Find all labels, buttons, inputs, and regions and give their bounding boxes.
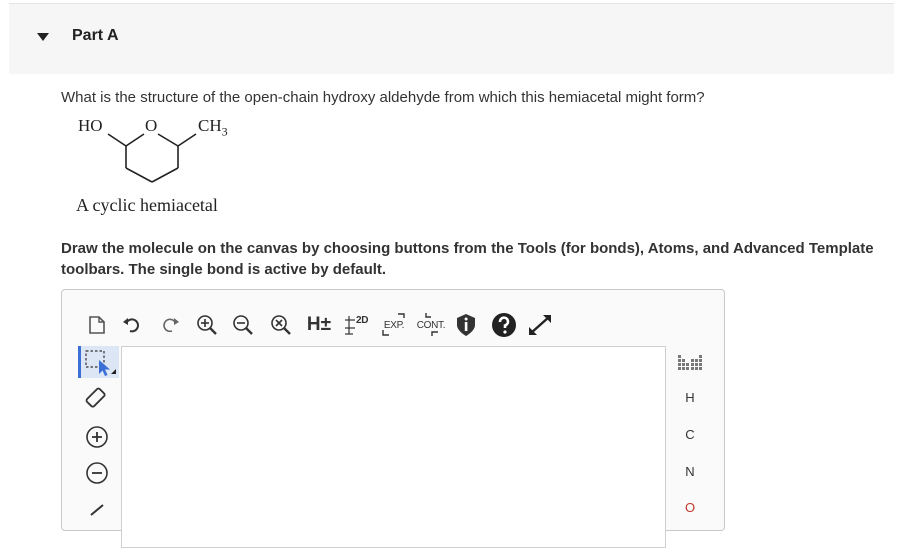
oxygen-label: O xyxy=(145,116,158,135)
part-header[interactable]: Part A xyxy=(9,3,894,74)
atom-oxygen[interactable]: O xyxy=(668,500,712,515)
molecule-editor[interactable]: H± 2D EXP. CONT. H C N O xyxy=(61,289,725,548)
ch3-label: CH3 xyxy=(198,116,228,139)
single-bond-icon[interactable] xyxy=(82,492,112,522)
atom-carbon[interactable]: C xyxy=(668,427,712,442)
contract-button[interactable]: CONT. xyxy=(416,312,446,338)
new-document-icon[interactable] xyxy=(86,312,108,338)
editor-toolbar: H± 2D EXP. CONT. xyxy=(62,290,724,346)
instruction-text: Draw the molecule on the canvas by choos… xyxy=(61,240,874,278)
selection-tool[interactable] xyxy=(78,346,119,378)
eraser-icon[interactable] xyxy=(82,384,112,414)
help-icon[interactable] xyxy=(490,312,518,338)
fullscreen-icon[interactable] xyxy=(526,312,554,338)
undo-icon[interactable] xyxy=(120,312,144,338)
left-tools-panel xyxy=(76,346,119,546)
zoom-out-icon[interactable] xyxy=(230,312,256,338)
hemiacetal-structure: HO O CH3 xyxy=(70,112,250,192)
negative-charge-icon[interactable] xyxy=(82,458,112,488)
positive-charge-icon[interactable] xyxy=(82,422,112,452)
info-icon[interactable] xyxy=(454,312,478,338)
clean-2d-button[interactable]: 2D xyxy=(342,312,370,338)
periodic-table-icon[interactable] xyxy=(668,354,712,375)
atoms-panel: H C N O xyxy=(668,346,712,546)
atom-nitrogen[interactable]: N xyxy=(668,464,712,479)
redo-icon[interactable] xyxy=(158,312,182,338)
question-text: What is the structure of the open-chain … xyxy=(61,89,705,106)
part-title: Part A xyxy=(72,27,119,44)
structure-caption: A cyclic hemiacetal xyxy=(76,195,218,215)
expand-button[interactable]: EXP. xyxy=(380,312,408,338)
explicit-hydrogens-button[interactable]: H± xyxy=(304,312,334,338)
clean-2d-label: 2D xyxy=(356,315,369,326)
collapse-caret-icon[interactable] xyxy=(37,33,49,41)
zoom-reset-icon[interactable] xyxy=(268,312,294,338)
atom-hydrogen[interactable]: H xyxy=(668,390,712,405)
drawing-canvas[interactable] xyxy=(121,346,666,548)
zoom-in-icon[interactable] xyxy=(194,312,220,338)
ho-label: HO xyxy=(78,116,103,135)
